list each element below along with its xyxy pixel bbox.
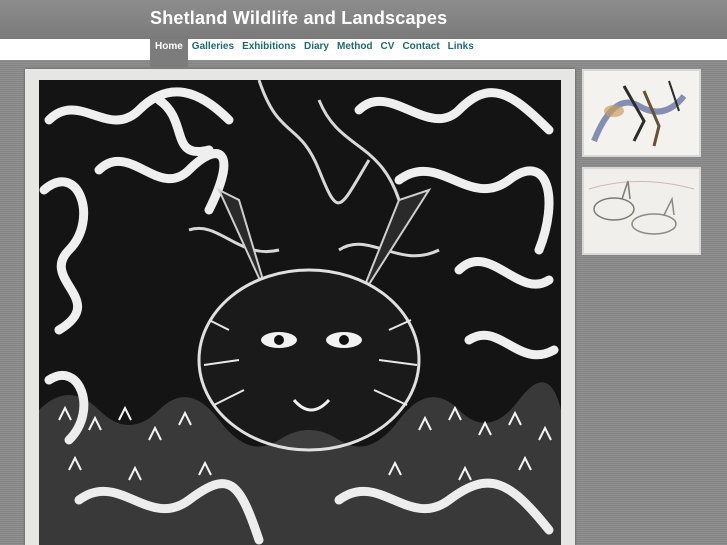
nav-diary[interactable]: Diary — [300, 39, 333, 60]
featured-artwork-image — [39, 80, 561, 545]
nav-contact[interactable]: Contact — [398, 39, 443, 60]
nav-method[interactable]: Method — [333, 39, 377, 60]
nav-home[interactable]: Home — [150, 39, 188, 67]
thumbnail-2-image — [584, 169, 699, 253]
nav-galleries[interactable]: Galleries — [188, 39, 238, 60]
main-nav-bar: Home Galleries Exhibitions Diary Method … — [0, 39, 727, 67]
site-title: Shetland Wildlife and Landscapes — [150, 8, 448, 28]
thumbnail-1[interactable] — [582, 69, 701, 157]
main-nav: Home Galleries Exhibitions Diary Method … — [150, 39, 478, 67]
nav-cv[interactable]: CV — [377, 39, 399, 60]
nav-exhibitions[interactable]: Exhibitions — [238, 39, 300, 60]
thumbnail-1-image — [584, 71, 699, 155]
thumbnail-2[interactable] — [582, 167, 701, 255]
nav-links[interactable]: Links — [444, 39, 478, 60]
featured-image-frame — [25, 69, 575, 545]
site-header: Shetland Wildlife and Landscapes — [0, 0, 727, 39]
